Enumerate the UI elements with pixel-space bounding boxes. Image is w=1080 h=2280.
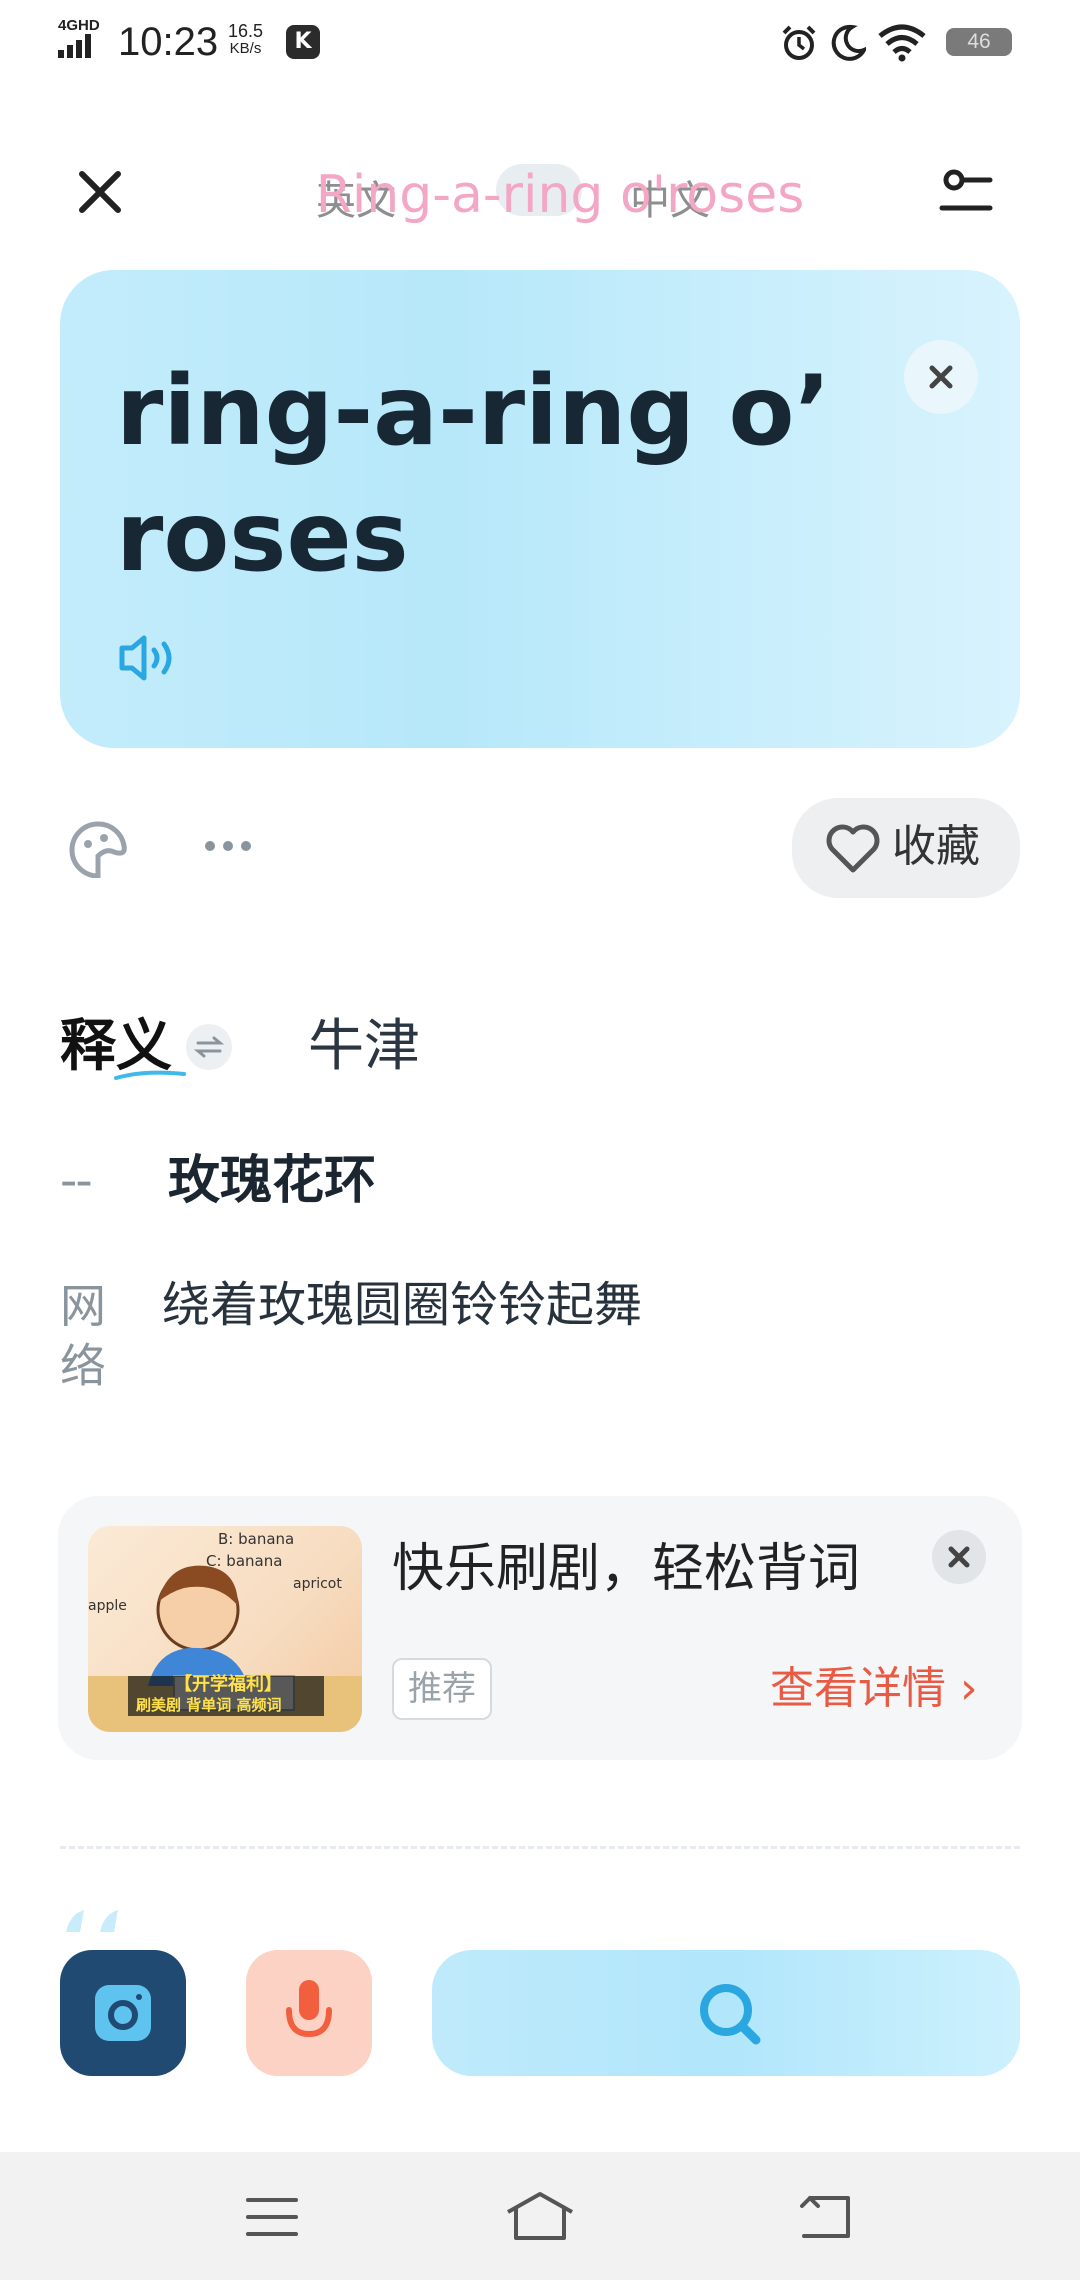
promo-image-text: B: banana (218, 1530, 294, 1548)
battery-indicator: 46 (946, 28, 1012, 56)
moon-icon (831, 24, 866, 61)
close-icon (948, 1546, 970, 1568)
recent-apps-button[interactable] (244, 2194, 300, 2240)
promo-tag: 推荐 (392, 1658, 492, 1720)
close-button[interactable] (68, 160, 132, 224)
status-bar: 4GHD 10:23 16.5 KB/s K 46 (0, 0, 1080, 80)
page-title: Ring-a-ring o'roses (315, 165, 805, 225)
promo-image[interactable]: B: banana C: banana apricot apple 【开学福利】… (88, 1526, 362, 1732)
headword: ring-a-ring o’ roses (116, 355, 831, 593)
palette-button[interactable] (64, 818, 134, 878)
promo-close-button[interactable] (932, 1530, 986, 1584)
heart-icon (826, 824, 880, 873)
promo-image-text: apricot (293, 1576, 342, 1592)
back-icon (800, 2196, 850, 2238)
menu-icon (246, 2198, 298, 2236)
swap-icon (193, 1036, 225, 1058)
promo-details-link[interactable]: 查看详情 › (770, 1660, 978, 1718)
voice-search-button[interactable] (246, 1950, 372, 2076)
close-icon (79, 171, 121, 213)
favorite-label: 收藏 (892, 821, 980, 872)
network-indicator: 4GHD (58, 17, 100, 34)
speed-unit: KB/s (229, 40, 262, 57)
camera-search-button[interactable] (60, 1950, 186, 2076)
boy-studying-illustration: B: banana C: banana apricot apple 【开学福利】… (88, 1530, 362, 1732)
more-button[interactable] (200, 818, 270, 874)
clock: 10:23 (118, 20, 219, 64)
promo-image-text: C: banana (206, 1552, 282, 1570)
tab-oxford[interactable]: 牛津 (308, 1012, 420, 1082)
promo-image-text: 刷美剧 背单词 高频词 (136, 1696, 281, 1714)
clear-word-button[interactable] (904, 340, 978, 414)
app-notification-icon: K (286, 25, 320, 59)
definition-pos: -- (60, 1153, 93, 1209)
definition-source: 网络 (60, 1279, 106, 1393)
home-icon (507, 2192, 573, 2240)
search-button[interactable] (432, 1950, 1020, 2076)
search-icon (700, 1984, 761, 2045)
signal-icon (58, 34, 91, 58)
definition-text: 绕着玫瑰圆圈铃铃起舞 (162, 1277, 643, 1333)
promo-title[interactable]: 快乐刷剧，轻松背词 (392, 1536, 860, 1602)
speaker-icon (119, 635, 172, 681)
definition-text: 玫瑰花环 (168, 1151, 377, 1211)
settings-button[interactable] (934, 162, 998, 226)
switch-definition-button[interactable] (186, 1024, 232, 1070)
back-button[interactable] (796, 2192, 854, 2242)
alarm-icon (782, 25, 816, 60)
promo-image-text: 【开学福利】 (174, 1673, 282, 1695)
divider (60, 1846, 1020, 1849)
pronounce-button[interactable] (116, 632, 180, 684)
settings-icon (939, 169, 993, 211)
home-button[interactable] (504, 2190, 576, 2242)
tab-underline (114, 1070, 186, 1080)
network-speed: 16.5 KB/s (228, 22, 263, 58)
microphone-icon (286, 1980, 332, 2038)
more-icon (205, 841, 251, 851)
promo-image-text: apple (88, 1598, 127, 1614)
quote-icon (66, 1910, 118, 1932)
wifi-icon (878, 24, 926, 62)
speed-value: 16.5 (228, 21, 264, 41)
camera-icon (95, 1985, 151, 2041)
close-icon (929, 365, 953, 389)
palette-icon (69, 821, 127, 878)
